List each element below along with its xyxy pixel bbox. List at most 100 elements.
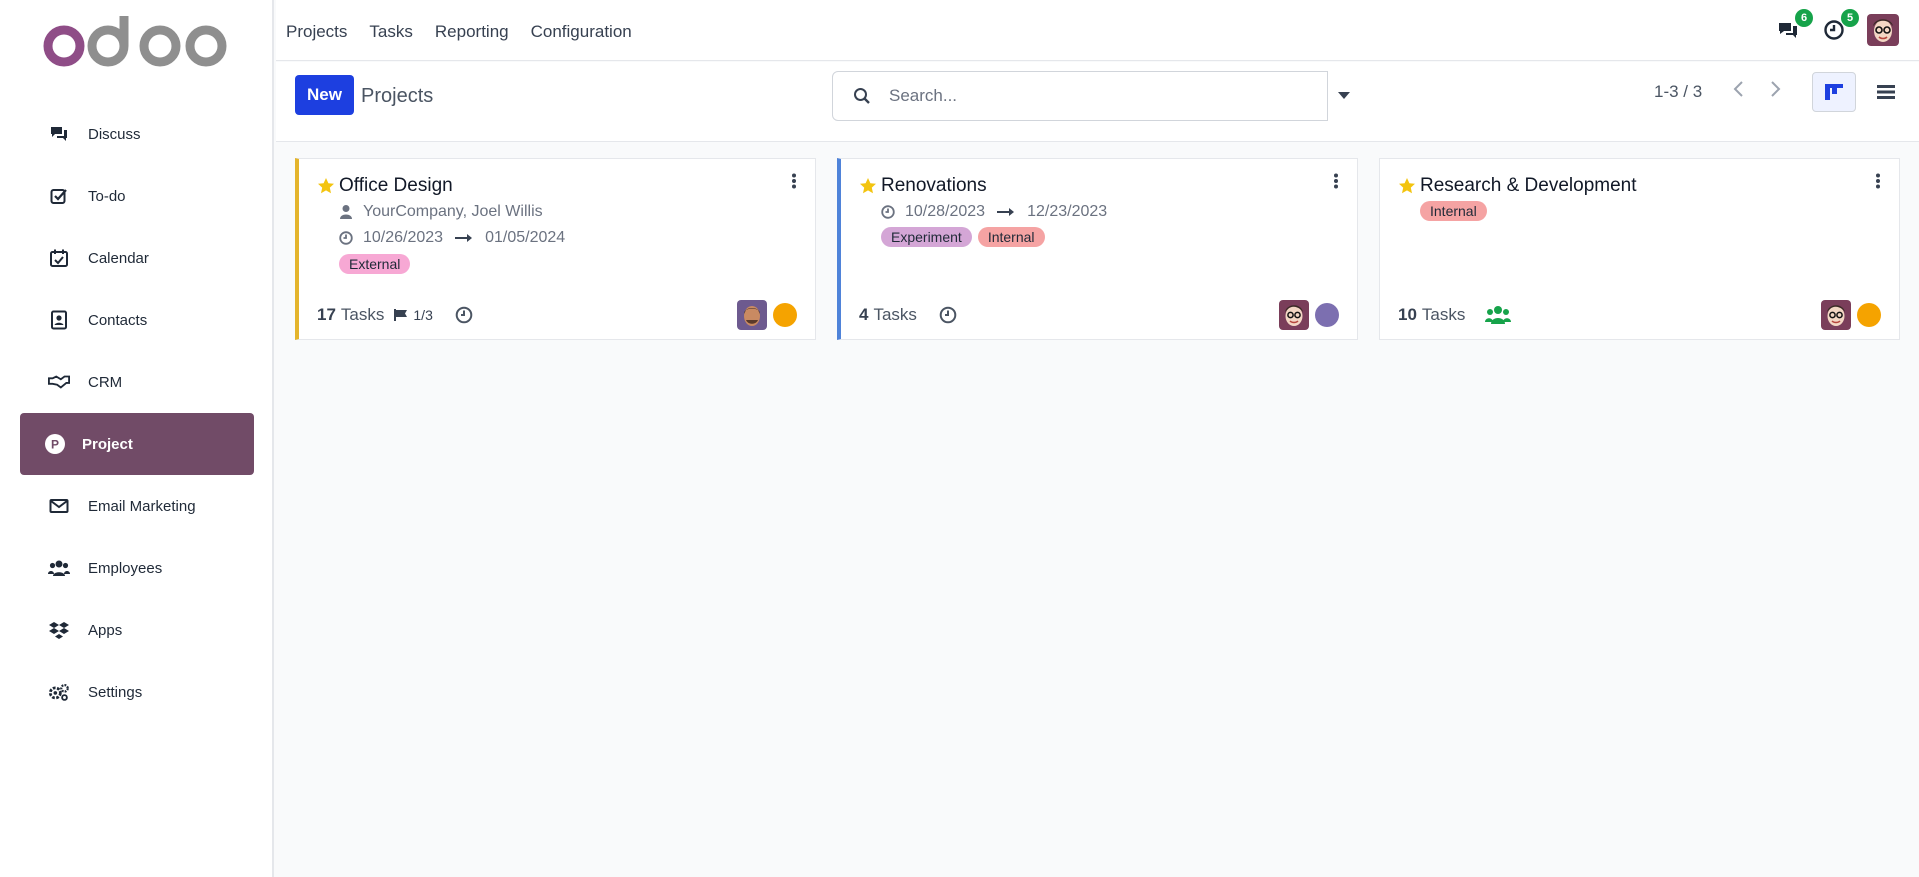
search-options-toggle[interactable] [1334,86,1354,106]
card-menu-button[interactable] [1333,173,1339,194]
app-nav: Discuss To-do Calendar Contacts CRM P Pr… [20,103,254,723]
menu-configuration[interactable]: Configuration [531,22,632,42]
sidebar-item-label: Calendar [88,249,149,267]
tasks-label: Tasks [873,305,917,324]
search-input[interactable]: Search... [889,86,957,106]
date-end: 01/05/2024 [485,229,566,246]
sidebar-item-apps[interactable]: Apps [20,599,254,661]
user-avatar[interactable] [1867,14,1899,46]
sidebar-item-label: Email Marketing [88,497,196,515]
card-menu-button[interactable] [1875,173,1881,194]
project-title: Renovations [881,175,987,196]
sidebar-item-label: Settings [88,683,143,701]
sidebar-item-calendar[interactable]: Calendar [20,227,254,289]
status-dot[interactable] [1857,303,1881,327]
menu-reporting[interactable]: Reporting [435,22,509,42]
clock-icon [339,231,353,245]
flag-icon [394,309,408,321]
list-icon [1877,85,1895,99]
kebab-icon [1876,173,1880,189]
sidebar-item-email-marketing[interactable]: Email Marketing [20,475,254,537]
card-avatars [1821,300,1881,330]
kebab-icon [1334,173,1338,189]
caret-down-icon [1338,92,1350,99]
systray: 6 5 [1775,9,1899,46]
menu-tasks[interactable]: Tasks [369,22,412,42]
sidebar-item-project[interactable]: P Project [20,413,254,475]
sidebar-item-label: Contacts [88,311,148,329]
checkbox-icon [48,185,70,207]
tasks-link[interactable]: 17 Tasks 1/3 [317,305,473,325]
project-dates: 10/28/2023 12/23/2023 [881,203,1107,221]
sidebar-item-label: Apps [88,621,123,639]
users-icon[interactable] [1485,305,1512,325]
kanban-icon [1825,84,1843,100]
chat-icon [48,123,70,145]
manager-avatar[interactable] [1821,300,1851,330]
tasks-label: Tasks [1421,305,1466,324]
tasks-count: 17 [317,305,336,324]
search-bar[interactable]: Search... [832,71,1328,121]
sidebar-item-employees[interactable]: Employees [20,537,254,599]
user-icon [339,204,353,220]
tag: Internal [1420,201,1487,221]
clock-icon [881,205,895,219]
sidebar-item-label: CRM [88,373,123,391]
pager-value[interactable]: 1-3 / 3 [1654,82,1702,102]
gears-icon [48,681,70,703]
milestones-value: 1/3 [413,307,433,323]
activity-clock-icon[interactable] [939,306,957,324]
sidebar-item-label: To-do [88,187,126,205]
card-avatars [1279,300,1339,330]
project-customer: YourCompany, Joel Willis [339,203,543,221]
card-menu-button[interactable] [791,173,797,194]
tag: Internal [977,227,1045,247]
kanban-view-button[interactable] [1812,72,1856,112]
kebab-icon [792,173,796,189]
activities-button[interactable]: 5 [1821,9,1859,43]
card-avatars [737,300,797,330]
sidebar-item-settings[interactable]: Settings [20,661,254,723]
project-tags: Experiment Internal [881,227,1051,247]
manager-avatar[interactable] [1279,300,1309,330]
project-title: Research & Development [1420,175,1637,196]
calendar-icon [48,247,70,269]
sidebar-item-crm[interactable]: CRM [20,351,254,413]
menu-projects[interactable]: Projects [286,22,347,42]
date-end: 12/23/2023 [1027,203,1108,220]
sidebar-item-todo[interactable]: To-do [20,165,254,227]
odoo-logo[interactable] [42,12,232,68]
messages-button[interactable]: 6 [1775,9,1813,43]
pager-next-button[interactable] [1770,80,1782,104]
list-view-button[interactable] [1864,72,1908,112]
tasks-link[interactable]: 10 Tasks [1398,305,1512,325]
favorite-star-icon[interactable] [317,177,335,200]
favorite-star-icon[interactable] [1398,177,1416,200]
activity-clock-icon[interactable] [455,306,473,324]
breadcrumb: Projects [361,85,434,107]
sidebar: Discuss To-do Calendar Contacts CRM P Pr… [0,0,274,877]
tasks-count: 4 [859,305,869,324]
project-title: Office Design [339,175,453,196]
status-dot[interactable] [1315,303,1339,327]
handshake-icon [48,371,70,393]
tasks-label: Tasks [340,305,385,324]
tag: Experiment [881,227,972,247]
contacts-icon [48,309,70,331]
status-dot[interactable] [773,303,797,327]
pager-previous-button[interactable] [1732,80,1744,104]
project-card[interactable]: Research & Development Internal 10 Tasks [1379,158,1900,340]
sidebar-item-contacts[interactable]: Contacts [20,289,254,351]
project-card[interactable]: Office Design YourCompany, Joel Willis 1… [295,158,816,340]
tasks-link[interactable]: 4 Tasks [859,305,957,325]
control-panel: New Projects Search... 1-3 / 3 [276,62,1919,142]
favorite-star-icon[interactable] [859,177,877,200]
manager-avatar[interactable] [737,300,767,330]
sidebar-item-discuss[interactable]: Discuss [20,103,254,165]
chevron-right-icon [1771,81,1781,97]
project-card[interactable]: Renovations 10/28/2023 12/23/2023 Experi… [837,158,1358,340]
new-button[interactable]: New [295,75,354,115]
milestones[interactable]: 1/3 [394,307,433,323]
search-icon [853,87,871,105]
date-start: 10/28/2023 [905,203,986,220]
